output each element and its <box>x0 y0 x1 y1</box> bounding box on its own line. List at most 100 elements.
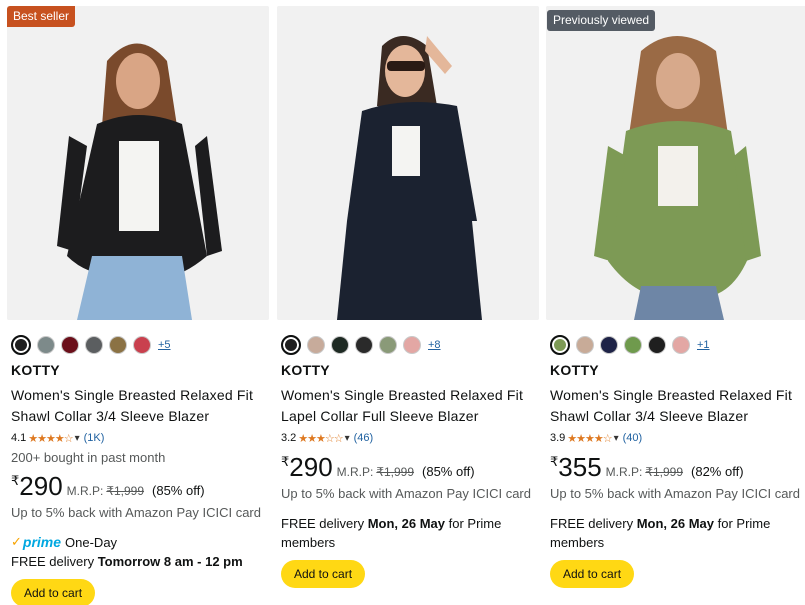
color-swatches: +8 <box>277 320 539 356</box>
delivery-prefix: FREE delivery <box>11 554 95 569</box>
product-card: Best seller +5 KOTTY Women's Single Brea… <box>7 6 269 605</box>
prime-speed: One-Day <box>65 534 118 550</box>
add-to-cart-button[interactable]: Add to cart <box>550 560 635 588</box>
color-swatch[interactable] <box>37 335 55 354</box>
price[interactable]: 290 <box>289 452 332 483</box>
rating-row: 3.9 ★★★★☆ ▾ (40) <box>546 430 805 446</box>
bought-count: 200+ bought in past month <box>11 450 166 465</box>
discount: (82% off) <box>691 464 744 479</box>
brand-name: KOTTY <box>550 362 599 378</box>
discount: (85% off) <box>152 483 205 498</box>
product-title[interactable]: Women's Single Breasted Relaxed Fit Shaw… <box>7 385 269 427</box>
mrp-label: M.R.P: <box>66 484 104 498</box>
product-image[interactable] <box>277 6 539 320</box>
currency-symbol: ₹ <box>11 473 20 488</box>
mrp-label: M.R.P: <box>336 465 374 479</box>
title-line[interactable]: Lapel Collar Full Sleeve Blazer <box>281 406 539 427</box>
more-colors-link[interactable]: +8 <box>428 339 441 351</box>
previously-viewed-badge: Previously viewed <box>547 10 656 31</box>
color-swatch[interactable] <box>11 334 31 355</box>
color-swatch[interactable] <box>281 334 301 355</box>
currency-symbol: ₹ <box>550 454 559 469</box>
title-line[interactable]: Women's Single Breasted Relaxed Fit <box>11 385 269 406</box>
model-photo <box>546 6 805 320</box>
color-swatch[interactable] <box>379 335 397 354</box>
delivery-prefix: FREE delivery <box>550 516 634 531</box>
prime-row: ✓ prime One-Day <box>7 533 269 551</box>
product-card: Previously viewed +1 KOTTY Women's Singl… <box>546 6 805 605</box>
more-colors-link[interactable]: +5 <box>158 339 171 351</box>
color-swatch[interactable] <box>403 335 421 354</box>
model-photo <box>277 6 539 320</box>
model-photo <box>7 6 269 320</box>
brand-name: KOTTY <box>281 362 330 378</box>
delivery-info: FREE delivery Mon, 26 May for Prime memb… <box>277 514 539 552</box>
add-to-cart-button[interactable]: Add to cart <box>281 560 366 588</box>
discount: (85% off) <box>422 464 475 479</box>
price[interactable]: 290 <box>19 471 62 502</box>
chevron-down-icon[interactable]: ▾ <box>75 433 80 444</box>
color-swatch[interactable] <box>85 335 103 354</box>
mrp-value: ₹1,999 <box>376 465 415 479</box>
rating-value: 4.1 <box>11 432 27 444</box>
product-title[interactable]: Women's Single Breasted Relaxed Fit Shaw… <box>546 385 805 427</box>
color-swatch[interactable] <box>355 335 373 354</box>
color-swatch[interactable] <box>624 335 642 354</box>
delivery-line2: members <box>281 535 336 550</box>
delivery-date: Tomorrow 8 am - 12 pm <box>97 554 243 569</box>
product-image[interactable]: Best seller <box>7 6 269 320</box>
price[interactable]: 355 <box>558 452 601 483</box>
color-swatch[interactable] <box>648 335 666 354</box>
color-swatch[interactable] <box>576 335 594 354</box>
color-swatch[interactable] <box>109 335 127 354</box>
cashback-offer: Up to 5% back with Amazon Pay ICICI card <box>11 505 261 520</box>
more-colors-link[interactable]: +1 <box>697 339 710 351</box>
delivery-suffix: for Prime <box>717 516 771 531</box>
review-count-link[interactable]: (40) <box>623 432 643 444</box>
product-image[interactable]: Previously viewed <box>546 6 805 320</box>
cashback-offer: Up to 5% back with Amazon Pay ICICI card <box>281 486 531 501</box>
mrp-label: M.R.P: <box>605 465 643 479</box>
color-swatches: +5 <box>7 320 269 356</box>
currency-symbol: ₹ <box>281 454 290 469</box>
add-to-cart-button[interactable]: Add to cart <box>11 579 96 605</box>
color-swatch[interactable] <box>600 335 618 354</box>
star-rating[interactable]: ★★★★☆ <box>567 432 612 445</box>
rating-value: 3.9 <box>550 432 566 444</box>
color-swatches: +1 <box>546 320 805 356</box>
rating-row: 4.1 ★★★★☆ ▾ (1K) <box>7 430 269 446</box>
title-line[interactable]: Women's Single Breasted Relaxed Fit <box>550 385 805 406</box>
prime-logo: prime <box>22 534 62 550</box>
color-swatch[interactable] <box>307 335 325 354</box>
color-swatch[interactable] <box>550 334 570 355</box>
delivery-prefix: FREE delivery <box>281 516 365 531</box>
delivery-date: Mon, 26 May <box>367 516 445 531</box>
price-row: ₹ 355 M.R.P: ₹1,999 (82% off) <box>546 452 805 484</box>
price-row: ₹ 290 M.R.P: ₹1,999 (85% off) <box>277 452 539 484</box>
checkmark-icon: ✓ <box>11 534 22 549</box>
color-swatch[interactable] <box>61 335 79 354</box>
rating-value: 3.2 <box>281 432 297 444</box>
product-card: +8 KOTTY Women's Single Breasted Relaxed… <box>277 6 539 605</box>
review-count-link[interactable]: (46) <box>354 432 374 444</box>
delivery-line2: members <box>550 535 605 550</box>
price-row: ₹ 290 M.R.P: ₹1,999 (85% off) <box>7 471 269 503</box>
color-swatch[interactable] <box>672 335 690 354</box>
title-line[interactable]: Shawl Collar 3/4 Sleeve Blazer <box>550 406 805 427</box>
star-rating[interactable]: ★★★★☆ <box>28 432 73 445</box>
color-swatch[interactable] <box>331 335 349 354</box>
product-grid: Best seller +5 KOTTY Women's Single Brea… <box>0 0 805 605</box>
cashback-offer: Up to 5% back with Amazon Pay ICICI card <box>550 486 800 501</box>
title-line[interactable]: Shawl Collar 3/4 Sleeve Blazer <box>11 406 269 427</box>
chevron-down-icon[interactable]: ▾ <box>614 433 619 444</box>
chevron-down-icon[interactable]: ▾ <box>345 433 350 444</box>
delivery-date: Mon, 26 May <box>636 516 714 531</box>
delivery-info: FREE delivery Mon, 26 May for Prime memb… <box>546 514 805 552</box>
star-rating[interactable]: ★★★☆☆ <box>298 432 343 445</box>
mrp-value: ₹1,999 <box>645 465 684 479</box>
product-title[interactable]: Women's Single Breasted Relaxed Fit Lape… <box>277 385 539 427</box>
rating-row: 3.2 ★★★☆☆ ▾ (46) <box>277 430 539 446</box>
review-count-link[interactable]: (1K) <box>84 432 105 444</box>
title-line[interactable]: Women's Single Breasted Relaxed Fit <box>281 385 539 406</box>
color-swatch[interactable] <box>133 335 151 354</box>
